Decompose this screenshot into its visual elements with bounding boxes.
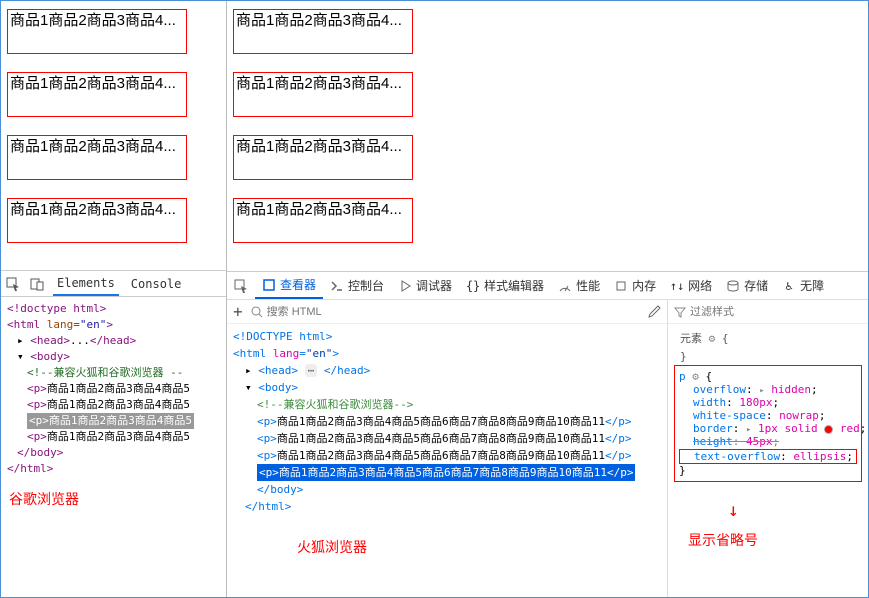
dom-comment[interactable]: <!--兼容火狐和谷歌浏览器--> [257,398,413,411]
tab-console[interactable]: Console [127,271,186,296]
tab-inspector[interactable]: 查看器 [255,272,323,299]
dom-node[interactable]: <head> [30,334,70,347]
inspect-icon[interactable] [227,272,255,299]
dom-node[interactable]: <!DOCTYPE html> [233,330,332,343]
chrome-page-viewport: 商品1商品2商品3商品4... 商品1商品2商品3商品4... 商品1商品2商品… [1,1,226,271]
dom-comment[interactable]: <!--兼容火狐和谷歌浏览器 -- [27,366,183,379]
inspect-icon[interactable] [5,276,21,292]
firefox-dom-tree[interactable]: <!DOCTYPE html> <html lang="en"> ▸ <head… [227,324,667,519]
add-node-button[interactable]: + [233,302,243,321]
tab-elements[interactable]: Elements [53,271,119,296]
dom-text[interactable]: 商品1商品2商品3商品4商品5 [47,382,190,395]
css-declaration[interactable]: border: ▸ 1px solid red; [679,422,857,435]
chrome-devtools: Elements Console <!doctype html> <html l… [1,271,226,597]
firefox-devtools: 查看器 控制台 调试器 {}样式编辑器 性能 内存 ↑↓网络 存储 ♿无障 + [227,271,868,597]
dom-node[interactable]: <html lang="en"> [7,318,113,331]
css-declaration[interactable]: overflow: ▸ hidden; [679,383,857,396]
styles-filter-input[interactable] [690,306,790,318]
dom-selected-node[interactable]: <p>商品1商品2商品3商品4商品5 [27,413,194,429]
product-box: 商品1商品2商品3商品4... [233,9,413,54]
arrow-down-icon: ↓ [728,500,739,521]
dom-text[interactable]: 商品1商品2商品3商品4商品5 [47,430,190,443]
product-box: 商品1商品2商品3商品4... [233,72,413,117]
css-selector[interactable]: p [679,370,686,383]
product-box: 商品1商品2商品3商品4... [7,198,187,243]
tab-storage[interactable]: 存储 [719,272,775,299]
dom-node[interactable]: </body> [257,483,303,496]
firefox-page-viewport: 商品1商品2商品3商品4... 商品1商品2商品3商品4... 商品1商品2商品… [227,1,868,271]
tab-accessibility[interactable]: ♿无障 [775,272,831,299]
css-rule-box: p ⚙ { overflow: ▸ hidden; width: 180px; … [674,365,862,482]
gear-icon[interactable]: ⚙ [709,332,716,345]
dom-node[interactable]: </body> [17,446,63,459]
dom-node[interactable]: <body> [30,350,70,363]
filter-icon [674,306,686,318]
css-declaration[interactable]: width: 180px; [679,396,857,409]
dom-node[interactable]: <head> [258,364,298,377]
product-box: 商品1商品2商品3商品4... [7,72,187,117]
dom-node[interactable]: </html> [245,500,291,513]
product-box: 商品1商品2商品3商品4... [7,135,187,180]
device-toggle-icon[interactable] [29,276,45,292]
product-box: 商品1商品2商品3商品4... [233,198,413,243]
dom-text[interactable]: 商品1商品2商品3商品4商品5 [47,398,190,411]
tab-memory[interactable]: 内存 [607,272,663,299]
firefox-styles-panel: 元素 ⚙ { } p ⚙ { overflow: ▸ hidden; width… [668,300,868,597]
firefox-label: 火狐浏览器 [227,519,667,557]
annotation-ellipsis: 显示省略号 [688,530,758,550]
element-label: 元素 [680,332,702,345]
dom-text[interactable]: 商品1商品2商品3商品4商品5商品6商品7商品8商品9商品10商品11 [277,415,605,428]
eyedropper-icon[interactable] [647,305,661,319]
chrome-label: 谷歌浏览器 [1,481,226,517]
css-declaration-highlighted[interactable]: text-overflow: ellipsis; [679,449,857,464]
color-swatch[interactable] [824,425,833,434]
tab-performance[interactable]: 性能 [551,272,607,299]
tab-console[interactable]: 控制台 [323,272,391,299]
dom-text[interactable]: 商品1商品2商品3商品4商品5商品6商品7商品8商品9商品10商品11 [277,449,605,462]
html-search[interactable] [251,306,639,318]
css-declaration[interactable]: white-space: nowrap; [679,409,857,422]
dom-selected-node[interactable]: <p>商品1商品2商品3商品4商品5商品6商品7商品8商品9商品10商品11</… [257,464,635,481]
gear-icon[interactable]: ⚙ [692,370,699,383]
html-search-input[interactable] [267,306,387,318]
dom-node[interactable]: <body> [258,381,298,394]
tab-debugger[interactable]: 调试器 [391,272,459,299]
dom-node[interactable]: <html lang="en"> [233,347,339,360]
dom-text[interactable]: 商品1商品2商品3商品4商品5商品6商品7商品8商品9商品10商品11 [277,432,605,445]
product-box: 商品1商品2商品3商品4... [7,9,187,54]
tab-style-editor[interactable]: {}样式编辑器 [459,272,551,299]
chrome-dom-tree[interactable]: <!doctype html> <html lang="en"> ▸ <head… [1,297,226,481]
tab-network[interactable]: ↑↓网络 [663,272,719,299]
dom-node[interactable]: <!doctype html> [7,302,106,315]
css-declaration-overridden[interactable]: height: 45px; [679,435,857,448]
dom-node[interactable]: </html> [7,462,53,475]
product-box: 商品1商品2商品3商品4... [233,135,413,180]
